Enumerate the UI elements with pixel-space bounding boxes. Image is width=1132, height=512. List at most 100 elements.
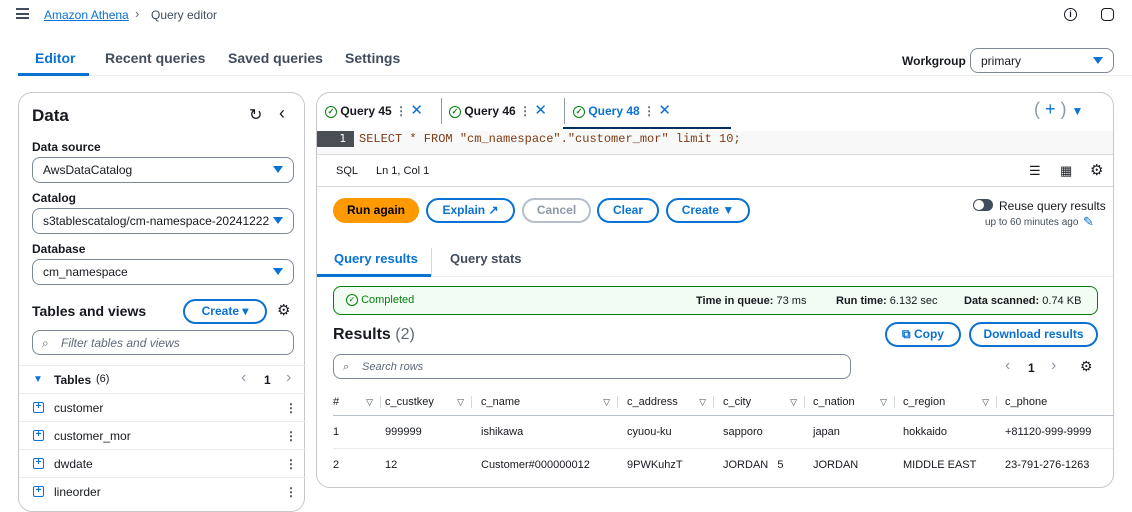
column-header[interactable]: c_nation ▽	[813, 387, 895, 417]
format-icon[interactable]: ☰	[1029, 163, 1041, 179]
run-again-button[interactable]: Run again	[333, 198, 419, 223]
gear-icon[interactable]: ⚙	[277, 301, 290, 319]
sort-icon[interactable]: ▽	[699, 387, 706, 417]
info-icon[interactable]: i	[1064, 8, 1077, 21]
search-rows-input[interactable]: ⌕ Search rows	[333, 354, 851, 379]
keyboard-icon[interactable]: ▦	[1060, 163, 1072, 179]
query-tab-label: Query 48	[588, 104, 640, 118]
settings-hex-icon[interactable]	[1101, 8, 1114, 21]
search-icon: ⌕	[42, 336, 49, 350]
query-tab-46[interactable]: ✓ Query 46 ⋮ ✕	[449, 101, 547, 131]
column-separator	[804, 396, 805, 408]
next-page-icon[interactable]: ›	[286, 369, 291, 387]
sort-icon[interactable]: ▽	[366, 387, 373, 417]
workgroup-select[interactable]: primary	[970, 48, 1114, 73]
sort-icon[interactable]: ▽	[790, 387, 797, 417]
query-panel: ✓ Query 45 ⋮ ✕ ✓ Query 46 ⋮ ✕ ✓ Query 48…	[316, 92, 1114, 488]
column-header[interactable]: c_city ▽	[723, 387, 805, 417]
more-icon[interactable]: ⋮	[643, 104, 655, 118]
column-label: c_region	[903, 396, 946, 408]
more-icon[interactable]: ⋮	[285, 478, 297, 506]
table-row: 2 12 Customer#000000012 9PWKuhzT JORDAN 5 JOR…	[333, 448, 1113, 480]
filter-tables-input[interactable]: ⌕ Filter tables and views	[32, 330, 294, 355]
table-list-item[interactable]: + dwdate ⋮	[19, 449, 306, 477]
expand-icon[interactable]: +	[33, 430, 44, 441]
data-scanned: Data scanned: 0.74 KB	[964, 295, 1081, 307]
more-icon[interactable]: ⋮	[519, 104, 531, 118]
copy-button[interactable]: ⧉ Copy	[885, 322, 961, 347]
tab-saved-queries[interactable]: Saved queries	[228, 40, 323, 76]
sort-icon[interactable]: ▽	[880, 387, 887, 417]
expand-icon[interactable]: +	[33, 486, 44, 497]
top-bar: Amazon Athena › Query editor i	[0, 0, 1132, 30]
prev-page-icon[interactable]: ‹	[1005, 357, 1010, 375]
table-list-item[interactable]: + lineorder ⋮	[19, 477, 306, 505]
table-list-item[interactable]: + customer ⋮	[19, 393, 306, 421]
column-header[interactable]: c_address ▽	[627, 387, 714, 417]
collapse-icon[interactable]: ‹	[279, 103, 285, 124]
expand-icon[interactable]: +	[33, 458, 44, 469]
refresh-icon[interactable]: ↻	[249, 105, 262, 125]
data-source-value: AwsDataCatalog	[43, 163, 133, 177]
sort-icon[interactable]: ▽	[603, 387, 610, 417]
tab-query-results[interactable]: Query results	[334, 251, 418, 266]
add-tab-button[interactable]: ( + ) ▼	[1034, 99, 1083, 120]
gear-icon[interactable]: ⚙	[1080, 358, 1093, 375]
table-cell: Customer#000000012	[481, 459, 590, 471]
line-number: 1	[317, 131, 354, 147]
column-label: c_nation	[813, 396, 855, 408]
gear-icon[interactable]: ⚙	[1090, 161, 1103, 179]
column-header[interactable]: # ▽	[333, 387, 381, 417]
reuse-sublabel: up to 60 minutes ago	[985, 217, 1079, 228]
sort-icon[interactable]: ▽	[457, 387, 464, 417]
column-header[interactable]: c_name ▽	[481, 387, 618, 417]
column-label: c_phone	[1005, 396, 1048, 408]
column-label: #	[333, 396, 340, 408]
column-separator	[617, 396, 618, 408]
table-list-item[interactable]: + customer_mor ⋮	[19, 421, 306, 449]
copy-label: Copy	[913, 327, 944, 341]
close-icon[interactable]: ✕	[410, 102, 423, 119]
column-separator	[471, 396, 472, 408]
editor-status-bar: SQL Ln 1, Col 1 ☰ ▦ ⚙	[317, 155, 1113, 187]
more-icon[interactable]: ⋮	[285, 450, 297, 478]
cancel-button[interactable]: Cancel	[522, 198, 591, 223]
caret-down-icon[interactable]: ▼	[33, 374, 43, 385]
tab-settings[interactable]: Settings	[345, 40, 400, 76]
caret-down-icon	[273, 217, 283, 224]
reuse-toggle[interactable]	[973, 199, 993, 211]
create-button[interactable]: Create ▼	[666, 198, 750, 223]
download-results-button[interactable]: Download results	[969, 322, 1098, 347]
data-source-select[interactable]: AwsDataCatalog	[32, 157, 294, 183]
sql-editor[interactable]: 1 SELECT * FROM "cm_namespace"."customer…	[317, 131, 1113, 155]
column-header[interactable]: c_phone	[1005, 387, 1113, 417]
column-header[interactable]: c_region ▽	[903, 387, 997, 417]
tab-editor[interactable]: Editor	[35, 40, 75, 76]
explain-button[interactable]: Explain ↗	[426, 198, 515, 223]
table-cell: JORDAN 5	[723, 459, 784, 471]
expand-icon[interactable]: +	[33, 402, 44, 413]
more-icon[interactable]: ⋮	[395, 104, 407, 118]
clear-button[interactable]: Clear	[597, 198, 659, 223]
query-tab-45[interactable]: ✓ Query 45 ⋮ ✕	[325, 101, 423, 131]
catalog-value: s3tablescatalog/cm-namespace-20241222	[43, 214, 270, 228]
edit-icon[interactable]: ✎	[1083, 214, 1094, 230]
caret-down-icon	[273, 166, 283, 173]
column-header[interactable]: c_custkey ▽	[385, 387, 472, 417]
sort-icon[interactable]: ▽	[982, 387, 989, 417]
close-icon[interactable]: ✕	[534, 102, 547, 119]
menu-icon[interactable]	[16, 8, 29, 19]
more-icon[interactable]: ⋮	[285, 394, 297, 422]
tab-recent-queries[interactable]: Recent queries	[105, 40, 205, 76]
status-completed: ✓ Completed	[346, 294, 414, 307]
close-icon[interactable]: ✕	[658, 102, 671, 119]
sql-text[interactable]: SELECT * FROM "cm_namespace"."customer_m…	[359, 132, 741, 146]
more-icon[interactable]: ⋮	[285, 422, 297, 450]
create-table-button[interactable]: Create ▾	[183, 299, 267, 324]
tab-query-stats[interactable]: Query stats	[450, 251, 522, 266]
breadcrumb-athena[interactable]: Amazon Athena	[44, 8, 129, 22]
database-select[interactable]: cm_namespace	[32, 259, 294, 285]
next-page-icon[interactable]: ›	[1051, 357, 1056, 375]
prev-page-icon[interactable]: ‹	[241, 369, 246, 387]
catalog-select[interactable]: s3tablescatalog/cm-namespace-20241222	[32, 208, 294, 234]
